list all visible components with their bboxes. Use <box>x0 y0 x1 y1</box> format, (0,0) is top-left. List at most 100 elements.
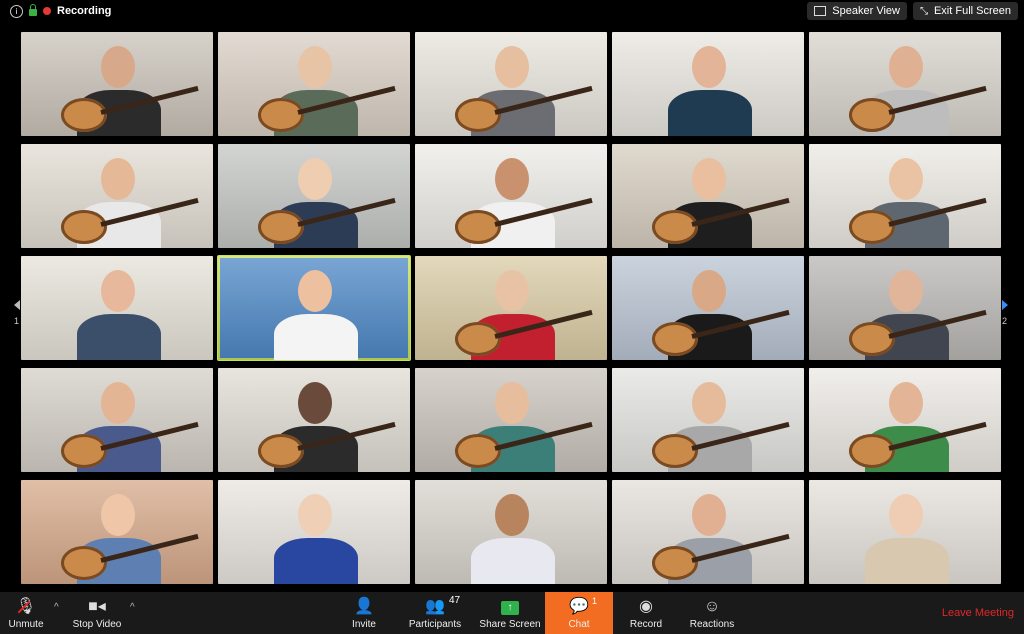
participant-face <box>495 158 529 200</box>
chat-button[interactable]: 💬 Chat <box>545 592 613 634</box>
record-button[interactable]: ◉ Record <box>626 592 666 634</box>
page-left[interactable]: 1 <box>14 300 20 326</box>
guitar-body <box>652 322 698 356</box>
participant-video-tile[interactable] <box>809 144 1001 248</box>
page-left-number: 1 <box>14 316 20 326</box>
participant-video-tile[interactable] <box>21 32 213 136</box>
participant-video-tile[interactable] <box>809 480 1001 584</box>
participant-body <box>668 90 752 136</box>
guitar-body <box>652 210 698 244</box>
chat-label: Chat <box>568 619 590 630</box>
participant-video-tile[interactable] <box>809 32 1001 136</box>
participant-face <box>889 46 923 88</box>
share-screen-label: Share Screen <box>479 619 541 630</box>
guitar-body <box>652 546 698 580</box>
top-bar-left: i Recording <box>0 4 111 18</box>
guitar-body <box>61 434 107 468</box>
audio-options-chevron-icon[interactable]: ^ <box>54 602 59 613</box>
participant-face <box>101 158 135 200</box>
participant-face <box>298 494 332 536</box>
recording-label[interactable]: Recording <box>57 5 111 17</box>
reactions-label: Reactions <box>689 619 735 630</box>
participant-body <box>471 538 555 584</box>
participant-face <box>101 270 135 312</box>
guitar-body <box>652 434 698 468</box>
participant-face <box>495 270 529 312</box>
participant-video-tile[interactable] <box>612 480 804 584</box>
participant-video-tile[interactable] <box>612 32 804 136</box>
participant-video-tile[interactable] <box>217 255 411 361</box>
participant-face <box>692 270 726 312</box>
participant-video-tile[interactable] <box>218 368 410 472</box>
video-camera-icon: ■◂ <box>88 598 106 615</box>
participant-video-tile[interactable] <box>809 368 1001 472</box>
participant-face <box>495 494 529 536</box>
leave-meeting-button[interactable]: Leave Meeting <box>942 607 1014 619</box>
top-bar: i Recording Speaker View ⤡ Exit Full Scr… <box>0 0 1024 22</box>
record-dot-icon <box>43 7 51 15</box>
reactions-button[interactable]: ☺ Reactions <box>688 592 736 634</box>
participant-face <box>298 158 332 200</box>
reactions-smiley-icon: ☺ <box>703 598 721 615</box>
participant-video-tile[interactable] <box>612 144 804 248</box>
participant-video-tile[interactable] <box>218 480 410 584</box>
participant-face <box>101 494 135 536</box>
speaker-view-button[interactable]: Speaker View <box>807 2 907 20</box>
participant-video-tile[interactable] <box>218 32 410 136</box>
invite-button[interactable]: 👤 Invite <box>345 592 383 634</box>
guitar-body <box>455 98 501 132</box>
top-bar-right: Speaker View ⤡ Exit Full Screen <box>807 2 1018 20</box>
video-options-chevron-icon[interactable]: ^ <box>130 602 135 613</box>
exit-fullscreen-label: Exit Full Screen <box>933 5 1011 17</box>
participant-video-tile[interactable] <box>415 368 607 472</box>
guitar-body <box>455 322 501 356</box>
participant-video-tile[interactable] <box>415 144 607 248</box>
guitar-body <box>849 98 895 132</box>
participant-face <box>298 270 332 312</box>
participant-face <box>889 494 923 536</box>
share-screen-button[interactable]: ↑ Share Screen <box>478 592 542 634</box>
participants-icon: 👥 <box>425 598 445 615</box>
participant-face <box>692 382 726 424</box>
participant-video-tile[interactable] <box>21 144 213 248</box>
participant-video-tile[interactable] <box>809 256 1001 360</box>
guitar-body <box>258 434 304 468</box>
participant-video-tile[interactable] <box>415 32 607 136</box>
guitar-body <box>849 434 895 468</box>
participant-video-tile[interactable] <box>415 480 607 584</box>
exit-fullscreen-button[interactable]: ⤡ Exit Full Screen <box>912 2 1018 20</box>
guitar-body <box>258 98 304 132</box>
exit-fullscreen-icon: ⤡ <box>919 5 928 17</box>
participant-body <box>274 538 358 584</box>
participant-body <box>865 538 949 584</box>
guitar-body <box>849 322 895 356</box>
guitar-body <box>455 210 501 244</box>
record-icon: ◉ <box>639 598 653 615</box>
participant-video-tile[interactable] <box>612 256 804 360</box>
participant-video-tile[interactable] <box>21 480 213 584</box>
chevron-left-icon <box>14 300 20 310</box>
guitar-body <box>61 210 107 244</box>
participant-face <box>692 494 726 536</box>
participant-face <box>298 46 332 88</box>
unmute-button[interactable]: 🎙 Unmute <box>4 592 48 634</box>
speaker-view-label: Speaker View <box>832 5 900 17</box>
stop-video-button[interactable]: ■◂ Stop Video <box>68 592 126 634</box>
stop-video-label: Stop Video <box>72 619 122 630</box>
participant-video-tile[interactable] <box>21 368 213 472</box>
participant-face <box>889 158 923 200</box>
participant-video-tile[interactable] <box>21 256 213 360</box>
muted-mic-icon: 🎙 <box>15 598 37 615</box>
invite-person-icon: 👤 <box>354 598 374 615</box>
lock-icon[interactable] <box>29 4 37 16</box>
info-icon[interactable]: i <box>10 4 23 18</box>
participant-face <box>889 270 923 312</box>
meeting-toolbar: 🎙 Unmute ^ ■◂ Stop Video ^ 👤 Invite 👥 Pa… <box>0 592 1024 634</box>
participant-face <box>692 158 726 200</box>
participant-video-tile[interactable] <box>415 256 607 360</box>
participant-video-tile[interactable] <box>218 144 410 248</box>
grid-icon <box>814 6 827 16</box>
video-gallery <box>21 32 1003 592</box>
guitar-body <box>61 546 107 580</box>
participant-video-tile[interactable] <box>612 368 804 472</box>
